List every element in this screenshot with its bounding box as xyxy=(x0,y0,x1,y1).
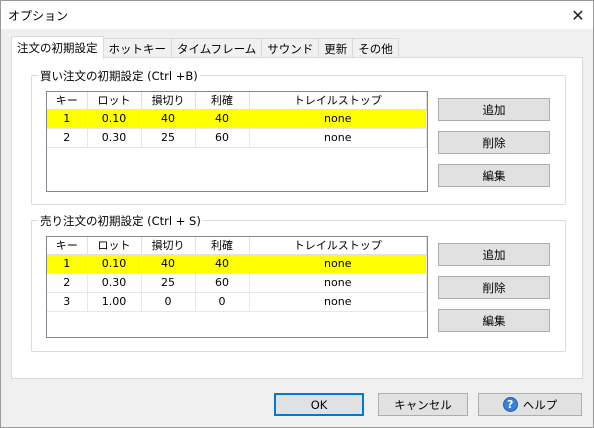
help-button-label: ヘルプ xyxy=(522,397,558,412)
buy-group-title: 買い注文の初期設定 (Ctrl +B) xyxy=(38,68,200,84)
column-header-key[interactable]: キー xyxy=(47,92,88,110)
tab-timeframe[interactable]: タイムフレーム xyxy=(171,38,263,58)
cell-stop: 40 xyxy=(141,254,196,274)
cell-trail: none xyxy=(249,254,427,274)
cell-stop: 0 xyxy=(141,292,196,312)
tab-update[interactable]: 更新 xyxy=(318,38,354,58)
cell-lot: 0.10 xyxy=(87,109,142,129)
column-header-trail[interactable]: トレイルストップ xyxy=(249,92,427,110)
window-title: オプション xyxy=(8,9,69,23)
table-row[interactable]: 2 0.30 25 60 none xyxy=(47,128,427,148)
table-row[interactable]: 3 1.00 0 0 none xyxy=(47,292,427,312)
cell-key: 2 xyxy=(47,273,88,293)
column-header-key[interactable]: キー xyxy=(47,237,88,255)
sell-delete-button[interactable]: 削除 xyxy=(438,276,550,299)
cell-stop: 40 xyxy=(141,109,196,129)
column-header-stop[interactable]: 損切り xyxy=(141,237,196,255)
tab-panel: 買い注文の初期設定 (Ctrl +B) キー ロット 損切り 利確 トレイルスト… xyxy=(11,57,583,379)
sell-order-table[interactable]: キー ロット 損切り 利確 トレイルストップ 1 0.10 40 40 none… xyxy=(46,236,428,338)
cell-lot: 0.30 xyxy=(87,128,142,148)
buy-edit-button[interactable]: 編集 xyxy=(438,164,550,187)
column-header-profit[interactable]: 利確 xyxy=(195,92,250,110)
column-header-profit[interactable]: 利確 xyxy=(195,237,250,255)
table-header-row: キー ロット 損切り 利確 トレイルストップ xyxy=(47,92,427,110)
cell-key: 1 xyxy=(47,254,88,274)
buy-add-button[interactable]: 追加 xyxy=(438,98,550,121)
column-header-stop[interactable]: 損切り xyxy=(141,92,196,110)
cell-profit: 0 xyxy=(195,292,250,312)
cell-stop: 25 xyxy=(141,128,196,148)
tab-strip: 注文の初期設定 ホットキー タイムフレーム サウンド 更新 その他 xyxy=(11,36,399,59)
tab-other[interactable]: その他 xyxy=(352,38,399,58)
cell-profit: 60 xyxy=(195,273,250,293)
cell-key: 2 xyxy=(47,128,88,148)
options-dialog: オプション ✕ 注文の初期設定 ホットキー タイムフレーム サウンド 更新 その… xyxy=(0,0,594,428)
cell-lot: 0.10 xyxy=(87,254,142,274)
column-header-lot[interactable]: ロット xyxy=(87,237,142,255)
cell-key: 1 xyxy=(47,109,88,129)
cell-key: 3 xyxy=(47,292,88,312)
column-header-lot[interactable]: ロット xyxy=(87,92,142,110)
table-row[interactable]: 1 0.10 40 40 none xyxy=(47,109,427,129)
buy-order-table[interactable]: キー ロット 損切り 利確 トレイルストップ 1 0.10 40 40 none… xyxy=(46,91,428,192)
sell-group-title: 売り注文の初期設定 (Ctrl + S) xyxy=(38,213,203,229)
title-bar: オプション ✕ xyxy=(1,1,593,29)
tab-order-defaults[interactable]: 注文の初期設定 xyxy=(11,36,104,59)
sell-edit-button[interactable]: 編集 xyxy=(438,309,550,332)
cancel-button[interactable]: キャンセル xyxy=(378,393,468,416)
ok-button[interactable]: OK xyxy=(274,393,364,416)
tab-hotkeys[interactable]: ホットキー xyxy=(102,38,172,58)
buy-order-group: 買い注文の初期設定 (Ctrl +B) キー ロット 損切り 利確 トレイルスト… xyxy=(31,68,566,205)
help-icon: ? xyxy=(502,397,518,412)
tab-sound[interactable]: サウンド xyxy=(261,38,320,58)
column-header-trail[interactable]: トレイルストップ xyxy=(249,237,427,255)
sell-order-group: 売り注文の初期設定 (Ctrl + S) キー ロット 損切り 利確 トレイルス… xyxy=(31,213,566,352)
cell-trail: none xyxy=(249,128,427,148)
cell-trail: none xyxy=(249,109,427,129)
table-row[interactable]: 2 0.30 25 60 none xyxy=(47,273,427,293)
close-icon: ✕ xyxy=(571,5,585,25)
cell-lot: 1.00 xyxy=(87,292,142,312)
cell-profit: 40 xyxy=(195,254,250,274)
cell-lot: 0.30 xyxy=(87,273,142,293)
table-row[interactable]: 1 0.10 40 40 none xyxy=(47,254,427,274)
cell-profit: 60 xyxy=(195,128,250,148)
help-button[interactable]: ? ヘルプ xyxy=(478,393,582,416)
close-button[interactable]: ✕ xyxy=(563,1,593,29)
table-header-row: キー ロット 損切り 利確 トレイルストップ xyxy=(47,237,427,255)
buy-delete-button[interactable]: 削除 xyxy=(438,131,550,154)
cell-stop: 25 xyxy=(141,273,196,293)
cell-profit: 40 xyxy=(195,109,250,129)
cell-trail: none xyxy=(249,292,427,312)
cell-trail: none xyxy=(249,273,427,293)
sell-add-button[interactable]: 追加 xyxy=(438,243,550,266)
